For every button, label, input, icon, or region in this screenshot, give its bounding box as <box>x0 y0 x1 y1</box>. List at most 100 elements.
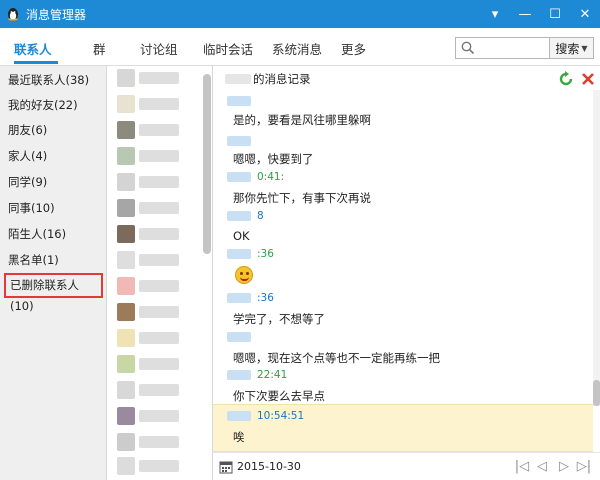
sender-name-blurred <box>227 332 251 342</box>
group-recent[interactable]: 最近联系人(38) <box>0 68 106 93</box>
contact-name <box>139 228 179 240</box>
refresh-icon[interactable] <box>557 70 575 88</box>
contact-name <box>139 124 179 136</box>
list-item[interactable] <box>107 92 207 116</box>
list-item[interactable] <box>107 118 207 142</box>
group-colleagues[interactable]: 同事(10) <box>0 196 106 221</box>
sender-name-blurred <box>227 96 251 106</box>
search-input[interactable] <box>478 40 546 56</box>
group-blacklist[interactable]: 黑名单(1) <box>0 248 106 273</box>
contact-name <box>139 150 179 162</box>
qq-penguin-icon <box>8 8 18 21</box>
window-controls: ▾ — ☐ ✕ <box>480 0 600 28</box>
list-item[interactable] <box>107 404 207 428</box>
contact-name <box>139 176 179 188</box>
group-my-friends[interactable]: 我的好友(22) <box>0 93 106 118</box>
list-item[interactable] <box>107 222 207 246</box>
scrollbar-thumb[interactable] <box>593 380 600 406</box>
contact-name <box>139 72 179 84</box>
contact-name <box>139 410 179 422</box>
message-text: 是的，要看是风往哪里躲啊 <box>233 113 371 127</box>
sender-name-blurred <box>227 136 251 146</box>
next-page-button[interactable]: ▷ <box>555 459 573 474</box>
list-item[interactable] <box>107 248 207 272</box>
message-time: 10:54:51 <box>257 410 305 422</box>
contact-name <box>139 436 179 448</box>
tab-discussions[interactable]: 讨论组 <box>140 39 178 58</box>
sender-name-blurred <box>227 249 251 259</box>
message-meta: 0:41: <box>227 170 284 184</box>
group-strangers[interactable]: 陌生人(16) <box>0 222 106 247</box>
chat-header: 的消息记录 <box>213 66 600 90</box>
last-page-button[interactable]: ▷| <box>575 459 593 474</box>
contact-name <box>139 358 179 370</box>
avatar <box>117 121 135 139</box>
list-item[interactable] <box>107 170 207 194</box>
contact-name <box>139 460 179 472</box>
message-meta: :36 <box>227 247 274 261</box>
minimize-button[interactable]: — <box>510 0 540 28</box>
contact-name-blurred <box>225 74 251 84</box>
tab-contacts[interactable]: 联系人 <box>14 39 52 58</box>
chat-footer: 2015-10-30 |◁ ◁ ▷ ▷| <box>213 452 600 480</box>
list-item[interactable] <box>107 378 207 402</box>
avatar <box>117 69 135 87</box>
message-meta: 22:41 <box>227 368 287 382</box>
list-item[interactable] <box>107 326 207 350</box>
contact-name <box>139 98 179 110</box>
previous-page-button[interactable]: ◁ <box>533 459 551 474</box>
group-deleted-contacts[interactable]: 已删除联系人(10) <box>4 273 103 313</box>
message-text: 你下次要么去早点 <box>233 389 325 403</box>
search-button-label: 搜索 <box>555 41 580 56</box>
tab-temp-sessions[interactable]: 临时会话 <box>203 39 253 58</box>
highlighted-message[interactable]: 10:54:51 唉 <box>213 404 593 452</box>
group-family[interactable]: 家人(4) <box>0 144 106 169</box>
group-friends[interactable]: 朋友(6) <box>0 118 106 143</box>
calendar-icon[interactable] <box>219 460 233 474</box>
group-classmates[interactable]: 同学(9) <box>0 170 106 195</box>
chevron-down-icon: ▼ <box>581 43 588 53</box>
message-meta: :36 <box>227 291 274 305</box>
close-button[interactable]: ✕ <box>570 0 600 28</box>
avatar <box>117 381 135 399</box>
list-item[interactable] <box>107 274 207 298</box>
list-item[interactable] <box>107 144 207 168</box>
avatar <box>117 329 135 347</box>
contact-name <box>139 280 179 292</box>
message-text: OK <box>233 229 250 243</box>
contact-name <box>139 306 179 318</box>
search-box <box>455 37 550 59</box>
list-item[interactable] <box>107 196 207 220</box>
avatar <box>117 95 135 113</box>
list-item[interactable] <box>107 352 207 376</box>
tab-system-messages[interactable]: 系统消息 <box>272 39 322 58</box>
emoji-icon <box>235 266 253 284</box>
list-item[interactable] <box>107 66 207 90</box>
contacts-list <box>107 66 213 480</box>
first-page-button[interactable]: |◁ <box>513 459 531 474</box>
active-tab-indicator <box>14 61 58 64</box>
message-meta <box>227 330 257 344</box>
avatar <box>117 407 135 425</box>
tab-more[interactable]: 更多 <box>341 39 366 58</box>
avatar <box>117 303 135 321</box>
message-text: 学完了，不想等了 <box>233 312 325 326</box>
list-item[interactable] <box>107 454 207 478</box>
message-history-panel: 的消息记录 是的，要看是风往哪里躲啊 嗯嗯，快要到了 0:41: 那你先忙下，有… <box>213 66 600 480</box>
sender-name-blurred <box>227 211 251 221</box>
contact-name <box>139 254 179 266</box>
message-meta <box>227 94 257 108</box>
window-menu-button[interactable]: ▾ <box>480 0 510 28</box>
search-button[interactable]: 搜索 ▼ <box>550 37 594 59</box>
list-item[interactable] <box>107 430 207 454</box>
date-label: 2015-10-30 <box>237 460 301 473</box>
title-bar: 消息管理器 ▾ — ☐ ✕ <box>0 0 600 28</box>
contacts-scrollbar[interactable] <box>203 74 211 254</box>
list-item[interactable] <box>107 300 207 324</box>
window-title: 消息管理器 <box>26 7 87 22</box>
sender-name-blurred <box>227 172 251 182</box>
chat-scrollbar[interactable] <box>593 90 600 406</box>
maximize-button[interactable]: ☐ <box>540 0 570 28</box>
tab-groups[interactable]: 群 <box>93 39 106 58</box>
delete-icon[interactable] <box>579 70 597 88</box>
